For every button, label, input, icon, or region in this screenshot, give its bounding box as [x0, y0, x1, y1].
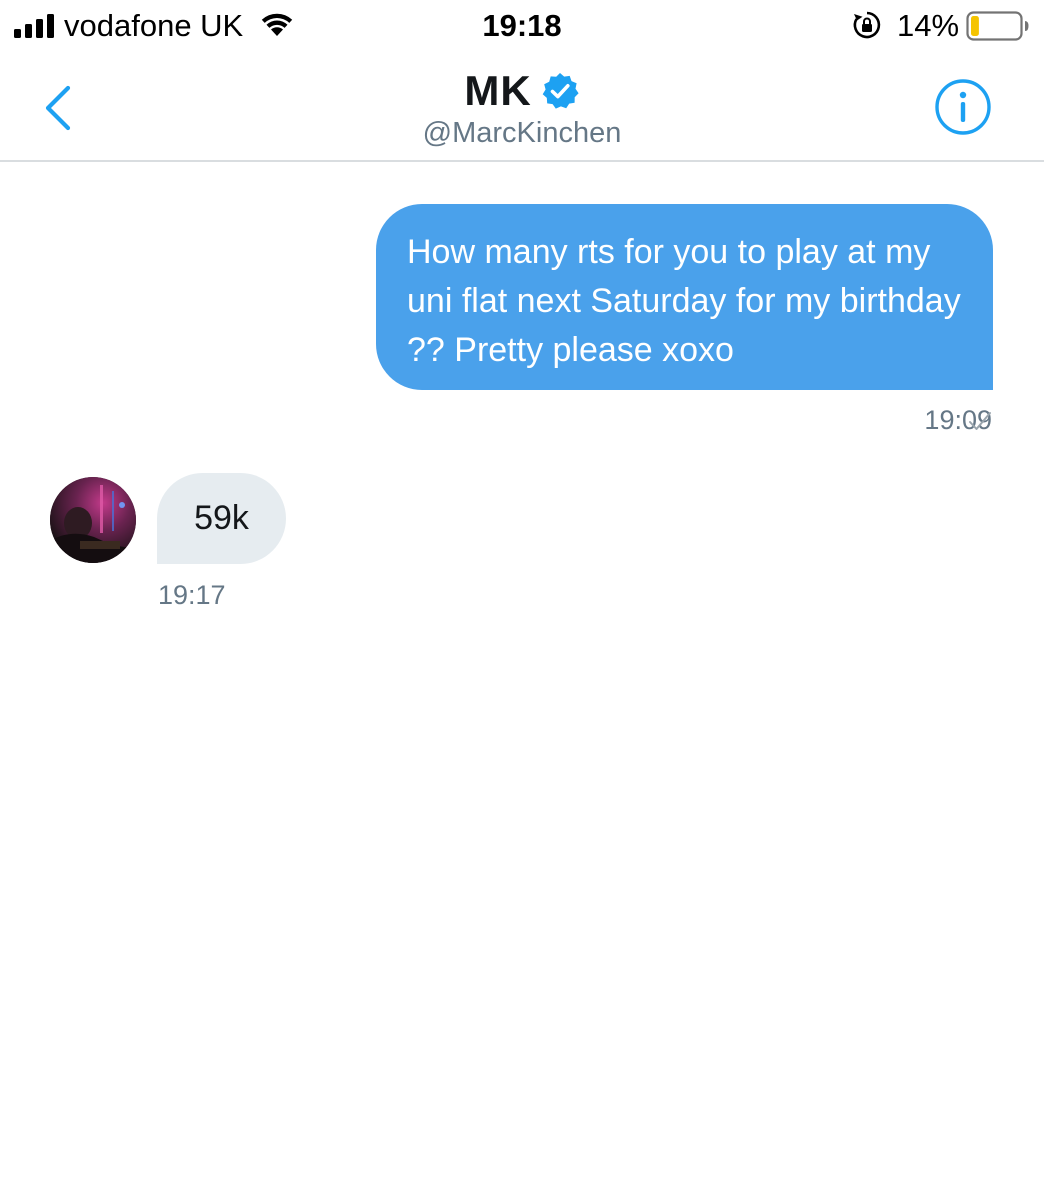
battery-percent: 14% [897, 8, 960, 43]
contact-handle: @MarcKinchen [422, 117, 622, 149]
rotation-lock-icon [853, 11, 881, 39]
sent-message-bubble[interactable]: How many rts for you to play at my uni f… [376, 204, 993, 390]
status-bar: vodafone UK 19:18 14% [0, 0, 1044, 56]
signal-icon [14, 14, 54, 38]
received-message-text: 59k [194, 499, 249, 537]
contact-title-block[interactable]: MK @MarcKinchen [0, 66, 1044, 150]
wifi-icon [261, 13, 293, 36]
dm-conversation-screen: vodafone UK 19:18 14% MK @MarcKinchen Ho… [0, 0, 1044, 1200]
contact-name-row: MK [464, 66, 579, 116]
battery-icon [966, 11, 1029, 41]
sent-message-text: How many rts for you to play at my uni f… [407, 233, 961, 369]
received-message-time: 19:17 [158, 580, 226, 610]
contact-avatar[interactable] [50, 477, 136, 563]
status-time: 19:18 [482, 8, 562, 43]
carrier-label: vodafone UK [64, 8, 244, 43]
conversation-header: MK @MarcKinchen [0, 56, 1044, 162]
contact-name: MK [464, 67, 532, 114]
avatar-photo [50, 477, 136, 563]
received-message-bubble[interactable]: 59k [157, 473, 286, 564]
checkmark-icon [969, 412, 991, 430]
verified-badge-icon [542, 73, 579, 109]
info-icon[interactable] [934, 78, 992, 136]
